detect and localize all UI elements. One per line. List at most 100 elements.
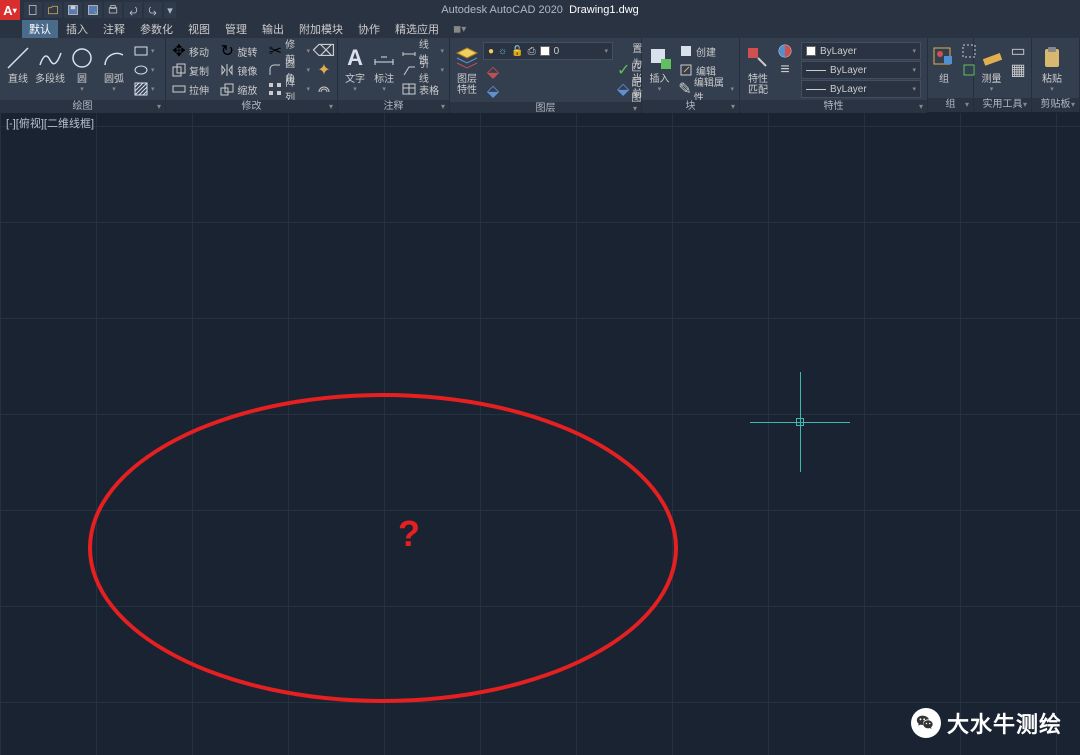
panel-props-title: 特性 (824, 101, 844, 112)
qat-dropdown[interactable]: ▾ (164, 2, 176, 18)
move-icon: ✥ (171, 43, 187, 59)
ltype-button[interactable]: ≡ (775, 61, 795, 79)
tab-annotate[interactable]: 注释 (96, 20, 132, 38)
panel-draw: 直线 多段线 圆▾ 圆弧▾ ▾ ▾ ▾ 绘图▾ (0, 38, 166, 112)
panel-clip-title: 剪贴板 (1041, 99, 1071, 110)
tab-collaborate[interactable]: 协作 (351, 20, 387, 38)
color-combo[interactable]: ByLayer▾ (801, 42, 921, 60)
linetype-sample-icon (806, 89, 826, 90)
create-block-button[interactable]: 创建 (676, 42, 736, 60)
drawing-canvas[interactable]: [-][俯视][二维线框] ? 大水牛测绘 (0, 113, 1080, 755)
hatch-icon (133, 81, 149, 97)
offset-icon (317, 82, 331, 96)
layer-iso-button[interactable]: ⬙ (483, 82, 553, 100)
calc-button[interactable]: ▦ (1008, 61, 1028, 79)
insert-block-button[interactable]: 插入▾ (645, 40, 674, 93)
clipboard-icon (1038, 44, 1066, 72)
scale-icon (219, 81, 235, 97)
offset-button[interactable] (314, 80, 334, 98)
watermark-text: 大水牛测绘 (947, 707, 1062, 739)
tab-manage[interactable]: 管理 (218, 20, 254, 38)
layer-off-icon: ⬙ (485, 64, 501, 80)
move-button[interactable]: ✥移动 (169, 42, 215, 60)
circle-button[interactable]: 圆▾ (67, 40, 97, 93)
redo-button[interactable] (144, 2, 162, 18)
polyline-icon (36, 44, 64, 72)
tab-insert[interactable]: 插入 (59, 20, 95, 38)
app-logo[interactable]: A▾ (0, 0, 20, 20)
arc-button[interactable]: 圆弧▾ (99, 40, 129, 93)
open-file-button[interactable] (44, 2, 62, 18)
viewport-label[interactable]: [-][俯视][二维线框] (6, 115, 94, 131)
match-props-icon (744, 44, 772, 72)
save-button[interactable] (64, 2, 82, 18)
scale-button[interactable]: 缩放 (217, 80, 263, 98)
ribbon: 直线 多段线 圆▾ 圆弧▾ ▾ ▾ ▾ 绘图▾ (0, 38, 1080, 113)
stretch-icon (171, 81, 187, 97)
layer-off-button[interactable]: ⬙ (483, 63, 553, 81)
insert-block-icon (646, 44, 674, 72)
tab-extras[interactable]: ◼▾ (453, 24, 466, 35)
panel-block: 插入▾ 创建 编辑 ✎编辑属性▾ 块▾ (642, 38, 740, 112)
edit-attr-button[interactable]: ✎编辑属性▾ (676, 80, 736, 98)
line-icon (4, 44, 32, 72)
table-button[interactable]: 表格 (399, 80, 446, 98)
plot-button[interactable] (104, 2, 122, 18)
panel-modify-title: 修改 (242, 101, 262, 112)
measure-button[interactable]: 测量▾ (977, 40, 1006, 93)
watermark: 大水牛测绘 (911, 707, 1062, 739)
arc-icon (100, 44, 128, 72)
linear-icon (401, 43, 417, 59)
tab-parametric[interactable]: 参数化 (133, 20, 180, 38)
title-bar: A▾ ▾ Autodesk AutoCAD 2020 Drawing1.dwg (0, 0, 1080, 20)
erase-button[interactable]: ⌫ (314, 42, 334, 60)
color-swatch (540, 46, 550, 56)
fillet-icon (268, 62, 283, 78)
stretch-button[interactable]: 拉伸 (169, 80, 215, 98)
new-file-button[interactable] (24, 2, 42, 18)
dimension-icon (370, 44, 398, 72)
dimension-button[interactable]: 标注▾ (371, 40, 397, 93)
current-layer-name: 0 (554, 46, 560, 57)
tab-view[interactable]: 视图 (181, 20, 217, 38)
annotation-question-mark: ? (398, 513, 420, 555)
explode-button[interactable]: ✦ (314, 61, 334, 79)
array-button[interactable]: 阵列▾ (266, 80, 312, 98)
copy-button[interactable]: 复制 (169, 61, 215, 79)
measure-icon (978, 44, 1006, 72)
layer-properties-button[interactable]: 图层 特性 (453, 40, 481, 96)
panel-utilities: 测量▾ ▭ ▦ 实用工具▾ (974, 38, 1032, 112)
rectangle-button[interactable]: ▾ (131, 42, 157, 60)
panel-clipboard: 粘贴▾ 剪贴板▾ (1032, 38, 1080, 112)
circle-icon (68, 44, 96, 72)
panel-annotation: A 文字▾ 标注▾ 线性▾ 引线▾ 表格 注释▾ (338, 38, 450, 112)
select-all-button[interactable]: ▭ (1008, 42, 1028, 60)
color-wheel-button[interactable] (775, 42, 795, 60)
polyline-button[interactable]: 多段线 (35, 40, 65, 85)
annotation-ellipse (88, 393, 678, 703)
match-props-button[interactable]: 特性 匹配 (743, 40, 773, 96)
text-button[interactable]: A 文字▾ (341, 40, 369, 93)
match-layer-icon: ⬙ (617, 81, 629, 97)
hatch-button[interactable]: ▾ (131, 80, 157, 98)
ellipse-button[interactable]: ▾ (131, 61, 157, 79)
undo-button[interactable] (124, 2, 142, 18)
paste-button[interactable]: 粘贴▾ (1035, 40, 1069, 93)
line-button[interactable]: 直线 (3, 40, 33, 85)
lineweight-combo[interactable]: ByLayer▾ (801, 61, 921, 79)
lineweight-icon (806, 70, 826, 71)
leader-button[interactable]: 引线▾ (399, 61, 446, 79)
tab-default[interactable]: 默认 (22, 20, 58, 38)
sun-icon: ☼ (498, 46, 507, 57)
panel-annot-title: 注释 (384, 101, 404, 112)
saveas-button[interactable] (84, 2, 102, 18)
create-block-icon (678, 43, 694, 59)
panel-block-title: 块 (686, 101, 696, 112)
mirror-button[interactable]: 镜像 (217, 61, 263, 79)
layer-iso-icon: ⬙ (485, 83, 501, 99)
linetype-combo[interactable]: ByLayer▾ (801, 80, 921, 98)
rotate-button[interactable]: ↻旋转 (217, 42, 263, 60)
text-icon: A (341, 44, 369, 72)
group-button[interactable]: 组 (931, 40, 957, 85)
layer-combo[interactable]: ● ☼ 🔓 ⎙ 0 ▾ (483, 42, 613, 60)
